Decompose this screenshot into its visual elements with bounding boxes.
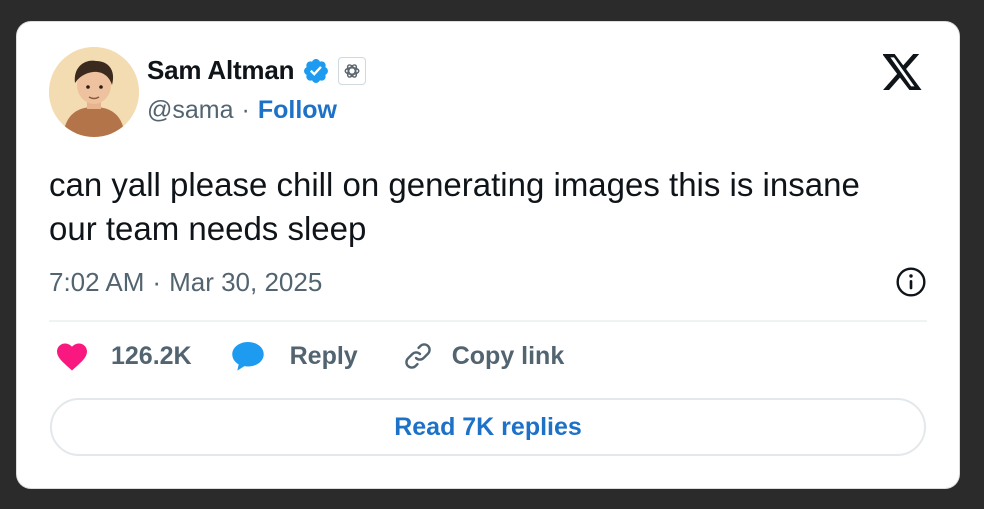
avatar-illustration: [49, 47, 139, 137]
author-display-name[interactable]: Sam Altman: [147, 55, 295, 86]
timestamp[interactable]: 7:02 AM · Mar 30, 2025: [49, 267, 322, 298]
openai-logo-icon[interactable]: [338, 56, 367, 85]
tweet-text: can yall please chill on generating imag…: [49, 166, 860, 247]
link-icon: [402, 340, 434, 372]
like-count: 126.2K: [111, 341, 192, 370]
speech-bubble-icon: [230, 340, 266, 372]
read-replies-button[interactable]: Read 7K replies: [50, 398, 926, 456]
reply-button[interactable]: Reply: [230, 340, 358, 372]
copy-link-button[interactable]: Copy link: [402, 340, 565, 372]
reply-label: Reply: [289, 341, 358, 370]
separator-dot: ·: [152, 266, 162, 297]
info-icon[interactable]: [895, 266, 927, 298]
tweet-meta-row: 7:02 AM · Mar 30, 2025: [49, 266, 927, 298]
author-name-row: Sam Altman: [147, 55, 367, 86]
x-logo-icon[interactable]: [882, 54, 923, 90]
heart-icon: [55, 341, 89, 371]
copy-link-label: Copy link: [451, 341, 565, 370]
verified-badge-icon: [302, 57, 330, 85]
tweet-card: Sam Altman @sama · Follow can yall pleas…: [17, 22, 959, 488]
follow-button[interactable]: Follow: [258, 96, 337, 125]
avatar[interactable]: [49, 47, 139, 137]
tweet-time: 7:02 AM: [49, 266, 145, 297]
read-replies-label: Read 7K replies: [394, 412, 582, 441]
separator-dot: ·: [241, 96, 250, 124]
author-handle[interactable]: @sama: [147, 96, 234, 125]
author-handle-row: @sama · Follow: [147, 96, 337, 125]
action-bar: 126.2K Reply Copy link: [55, 340, 564, 372]
like-button[interactable]: 126.2K: [55, 341, 192, 371]
tweet-date: Mar 30, 2025: [169, 266, 323, 297]
divider: [49, 320, 927, 322]
